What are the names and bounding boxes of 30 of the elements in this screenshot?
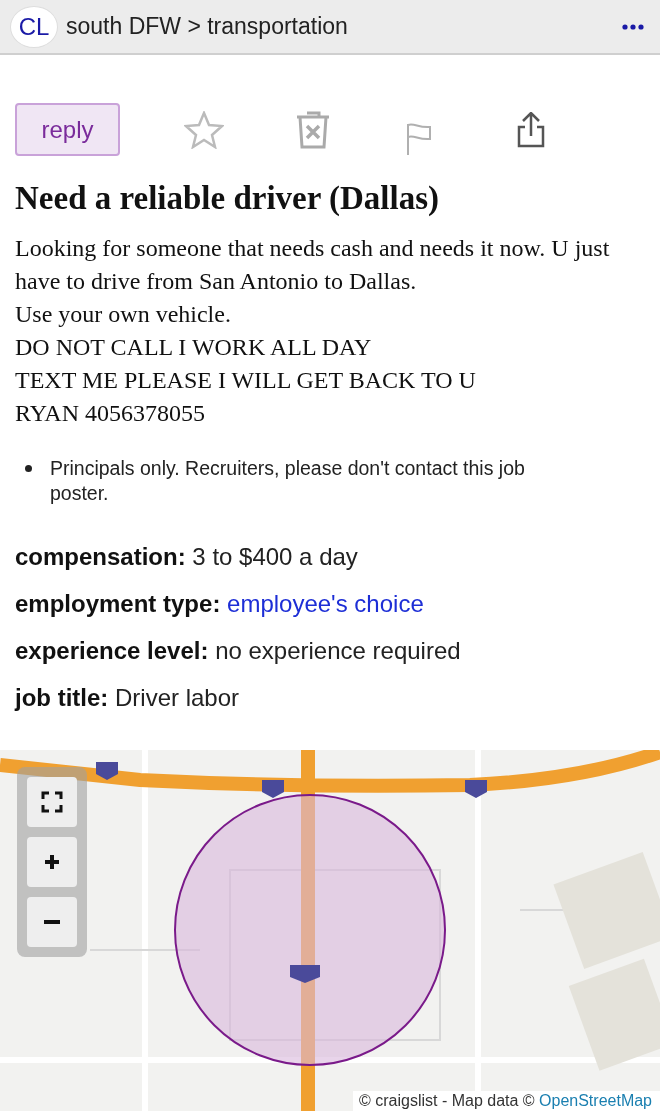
attribute-value: no experience required [215, 637, 461, 664]
attribute-label: employment type: [15, 590, 221, 617]
reply-button[interactable]: reply [15, 103, 120, 156]
star-icon[interactable] [184, 110, 224, 149]
attribute-label: experience level: [15, 637, 209, 664]
post-body-text: TEXT ME PLEASE I WILL GET BACK TO U [15, 366, 477, 395]
post-body-text: RYAN 4056378055 [15, 399, 207, 428]
attribute-label: job title: [15, 684, 109, 711]
zoom-out-button[interactable] [27, 897, 77, 947]
fullscreen-icon [41, 791, 63, 813]
home-logo[interactable]: CL [10, 5, 58, 48]
zoom-in-button[interactable] [27, 837, 77, 887]
minus-icon [44, 920, 60, 924]
map-data-link[interactable]: OpenStreetMap [539, 1092, 652, 1109]
notice-text: Principals only. Recruiters, please don't contact this job poster. [50, 456, 526, 506]
post-body-text: Looking for someone that needs cash and needs it now. U just have to drive from San Antonio to Dallas. [15, 234, 611, 296]
breadcrumb: south DFW > transportation [66, 13, 349, 40]
attribute-link[interactable]: employee's choice [227, 590, 424, 617]
post-title: Need a reliable driver (Dallas) [15, 179, 441, 218]
more-icon[interactable] [622, 23, 644, 30]
plus-icon [44, 854, 60, 870]
map-attribution: © craigslist - Map data © OpenStreetMap [352, 1091, 660, 1111]
post-body-text: DO NOT CALL I WORK ALL DAY [15, 333, 373, 362]
bullet-icon [25, 465, 32, 472]
attribute-value: 3 to $400 a day [192, 543, 358, 570]
share-icon[interactable] [516, 111, 546, 148]
attribute-label: compensation: [15, 543, 186, 570]
attribute-value: Driver labor [115, 684, 240, 711]
post-body-text: Use your own vehicle. [15, 300, 232, 329]
fullscreen-button[interactable] [27, 777, 77, 827]
